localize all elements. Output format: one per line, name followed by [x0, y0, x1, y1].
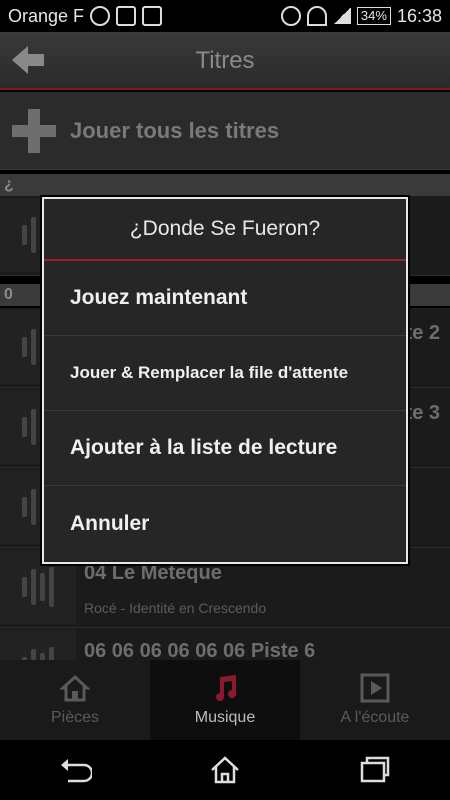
- carrier-label: Orange F: [8, 5, 85, 26]
- checkbox-notification-icon: [142, 6, 163, 26]
- audio-notification-icon: [116, 6, 137, 26]
- system-nav-bar: [0, 740, 450, 800]
- back-icon[interactable]: [58, 755, 92, 785]
- wifi-icon: [306, 6, 327, 26]
- dialog-title: ¿Donde Se Fueron?: [44, 199, 406, 261]
- home-icon[interactable]: [208, 755, 242, 785]
- add-to-playlist-option[interactable]: Ajouter à la liste de lecture: [44, 411, 406, 486]
- alarm-icon: [280, 6, 301, 26]
- battery-indicator: 34%: [356, 7, 391, 25]
- signal-icon: [332, 8, 351, 24]
- play-now-option[interactable]: Jouez maintenant: [44, 261, 406, 336]
- clock: 16:38: [396, 5, 442, 26]
- status-bar: Orange F 34% 16:38: [0, 0, 450, 32]
- cancel-option[interactable]: Annuler: [44, 486, 406, 561]
- recent-apps-icon[interactable]: [358, 755, 392, 785]
- action-dialog: ¿Donde Se Fueron? Jouez maintenant Jouer…: [42, 197, 408, 564]
- replace-queue-option[interactable]: Jouer & Remplacer la file d'attente: [44, 336, 406, 411]
- app-notification-icon: [90, 6, 111, 26]
